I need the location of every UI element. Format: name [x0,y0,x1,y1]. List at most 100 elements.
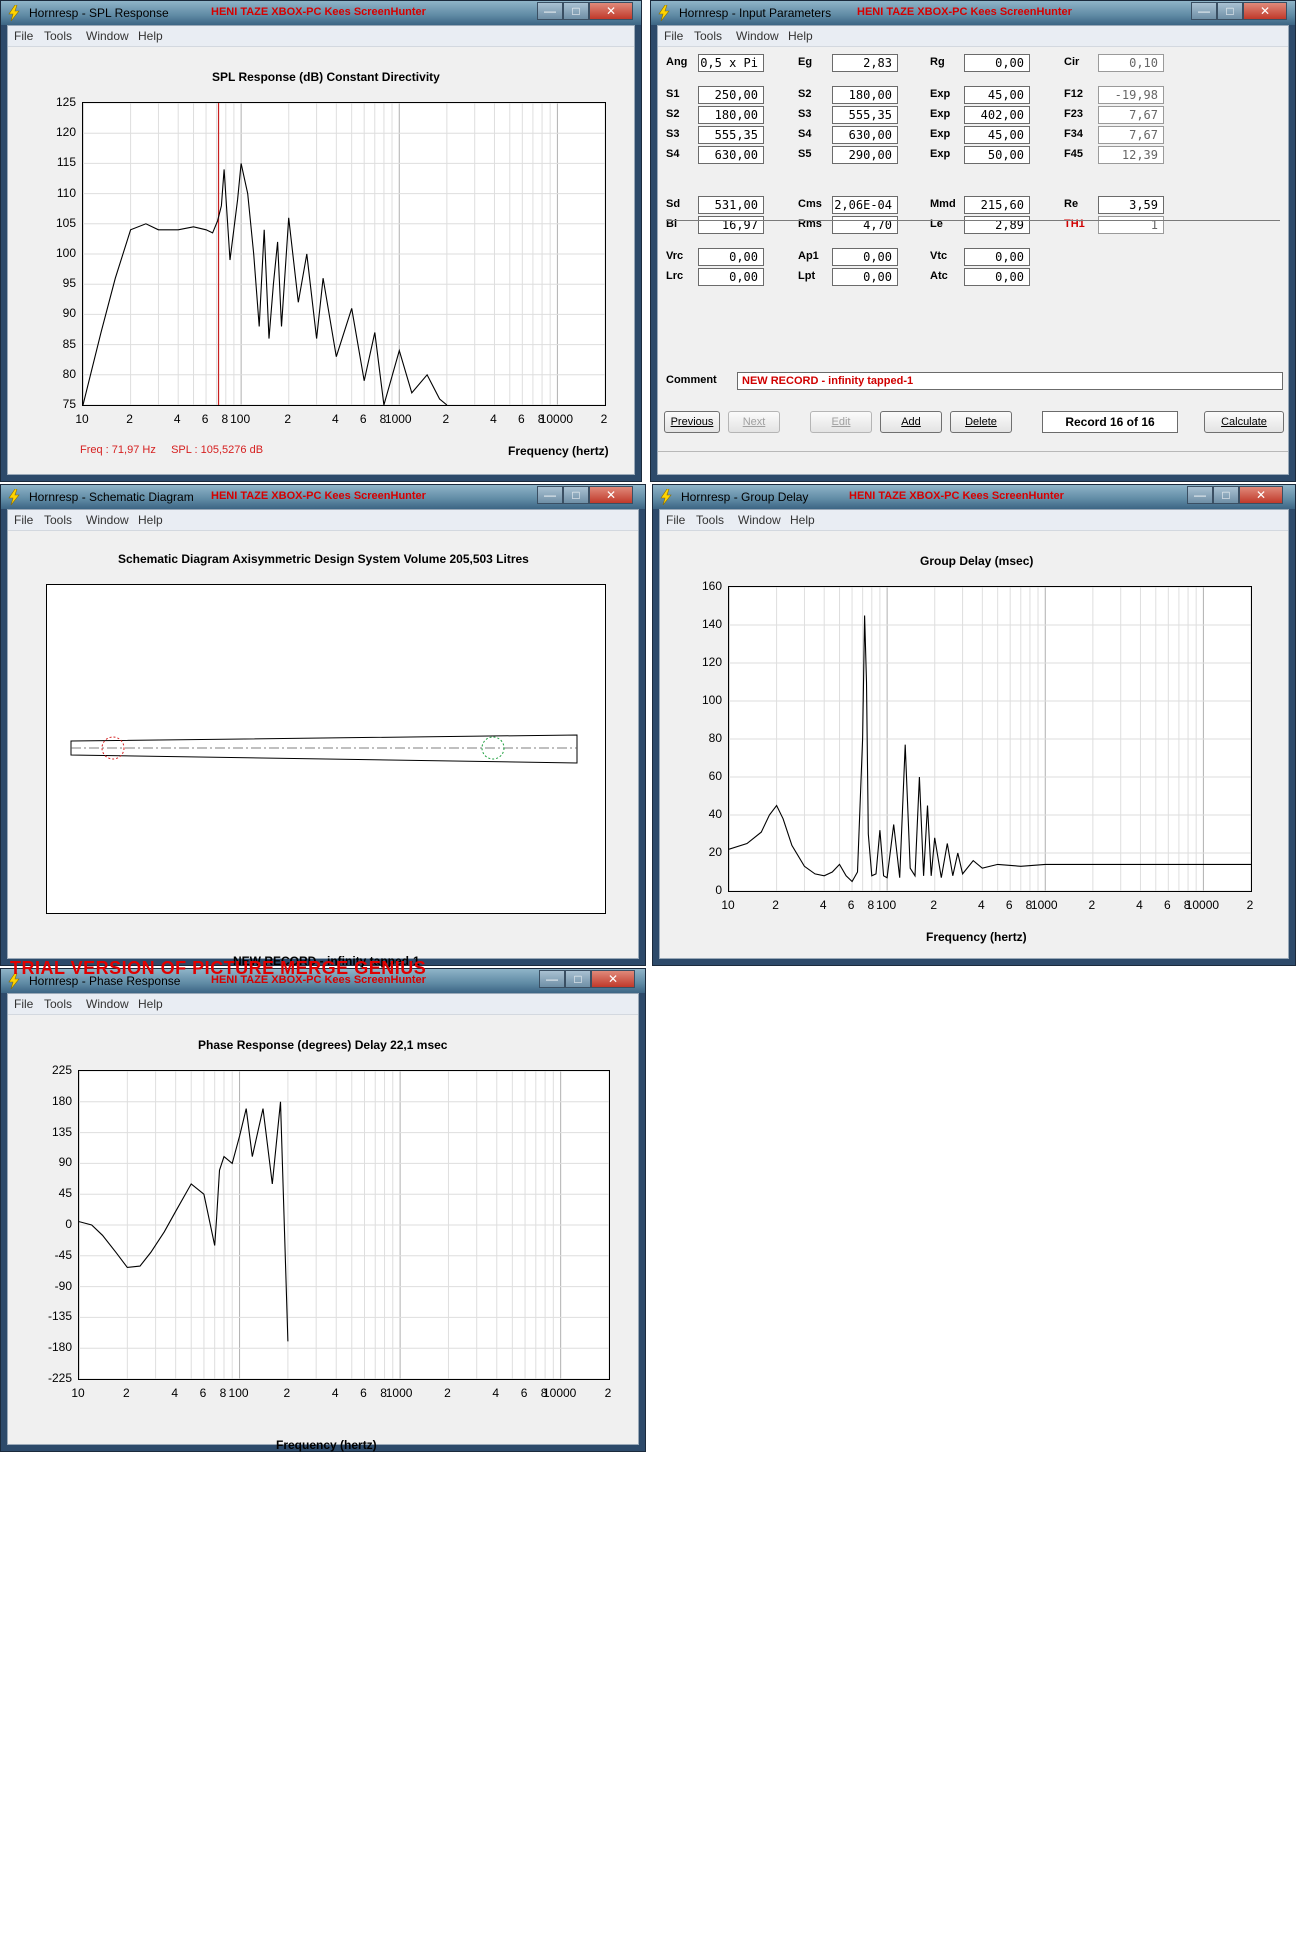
edit-button[interactable]: Edit [810,411,872,433]
menu-file[interactable]: File [14,29,33,43]
param-field-s1[interactable]: 250,00 [698,86,764,104]
menu-tools[interactable]: Tools [44,513,72,527]
menu-tools[interactable]: Tools [44,29,72,43]
y-tick-label: 140 [701,617,722,631]
title-overlay-text: HENI TAZE XBOX-PC Kees ScreenHunter [857,6,1072,18]
previous-button[interactable]: Previous [664,411,720,433]
param-field-s5[interactable]: 290,00 [832,146,898,164]
param-field-s3[interactable]: 555,35 [698,126,764,144]
param-field-re[interactable]: 3,59 [1098,196,1164,214]
menu-help[interactable]: Help [790,513,815,527]
param-field-lrc[interactable]: 0,00 [698,268,764,286]
param-field-lpt[interactable]: 0,00 [832,268,898,286]
param-field-s2[interactable]: 180,00 [698,106,764,124]
x-axis-label: Frequency (hertz) [926,930,1027,944]
menu-tools[interactable]: Tools [694,29,722,43]
x-tick-label: 2 [930,898,938,912]
close-button[interactable]: ✕ [589,486,633,504]
param-field-exp[interactable]: 402,00 [964,106,1030,124]
close-button[interactable]: ✕ [1243,2,1287,20]
minimize-button[interactable]: — [1191,2,1217,20]
menu-window[interactable]: Window [86,513,129,527]
y-tick-label: 120 [55,125,76,140]
schematic-titlebar[interactable]: Hornresp - Schematic Diagram HENI TAZE X… [1,485,645,509]
maximize-button[interactable]: □ [563,2,589,20]
param-field-mmd[interactable]: 215,60 [964,196,1030,214]
param-field-cms[interactable]: 2,06E-04 [832,196,898,214]
menu-window[interactable]: Window [736,29,779,43]
minimize-button[interactable]: — [539,970,565,988]
menu-window[interactable]: Window [86,29,129,43]
param-label-s2: S2 [798,88,812,100]
next-button[interactable]: Next [728,411,780,433]
param-field-cir[interactable]: 0,10 [1098,54,1164,72]
menu-file[interactable]: File [14,513,33,527]
y-tick-label: -180 [47,1340,72,1355]
param-label-exp: Exp [930,148,951,160]
param-field-vrc[interactable]: 0,00 [698,248,764,266]
param-field-sd[interactable]: 531,00 [698,196,764,214]
comment-label: Comment [666,374,717,386]
y-tick-label: 135 [51,1124,72,1139]
menu-file[interactable]: File [664,29,683,43]
menu-file[interactable]: File [14,997,33,1011]
minimize-button[interactable]: — [537,486,563,504]
param-field-s4[interactable]: 630,00 [832,126,898,144]
param-field-exp[interactable]: 50,00 [964,146,1030,164]
close-button[interactable]: ✕ [589,2,633,20]
param-field-bl[interactable]: 16,97 [698,216,764,234]
param-field-ang[interactable]: 0,5 x Pi [698,54,764,72]
param-field-f12[interactable]: -19,98 [1098,86,1164,104]
spl-titlebar[interactable]: Hornresp - SPL Response HENI TAZE XBOX-P… [1,1,641,25]
param-field-ap1[interactable]: 0,00 [832,248,898,266]
maximize-button[interactable]: □ [1217,2,1243,20]
param-label-ap1: Ap1 [798,250,819,262]
param-field-f34[interactable]: 7,67 [1098,126,1164,144]
close-button[interactable]: ✕ [591,970,635,988]
maximize-button[interactable]: □ [563,486,589,504]
comment-field[interactable]: NEW RECORD - infinity tapped-1 [737,372,1283,390]
x-tick-label: 4 [171,1386,178,1400]
phase-chart [78,1070,610,1380]
param-field-vtc[interactable]: 0,00 [964,248,1030,266]
delete-button[interactable]: Delete [950,411,1012,433]
param-field-eg[interactable]: 2,83 [832,54,898,72]
menu-window[interactable]: Window [738,513,781,527]
param-label-f34: F34 [1064,128,1083,140]
param-field-th1[interactable]: 1 [1098,216,1164,234]
param-field-rg[interactable]: 0,00 [964,54,1030,72]
minimize-button[interactable]: — [1187,486,1213,504]
close-button[interactable]: ✕ [1239,486,1283,504]
x-axis-label: Frequency (hertz) [508,444,609,458]
param-field-f23[interactable]: 7,67 [1098,106,1164,124]
y-tick-label: 105 [55,215,76,230]
y-tick-label: 85 [62,336,76,351]
add-button[interactable]: Add [880,411,942,433]
menu-help[interactable]: Help [138,997,163,1011]
x-tick-label: 4 [1136,898,1143,912]
menu-tools[interactable]: Tools [696,513,724,527]
param-field-exp[interactable]: 45,00 [964,126,1030,144]
menu-help[interactable]: Help [138,29,163,43]
param-field-s2[interactable]: 180,00 [832,86,898,104]
menu-window[interactable]: Window [86,997,129,1011]
horn-outline [70,734,578,764]
menu-help[interactable]: Help [138,513,163,527]
param-field-exp[interactable]: 45,00 [964,86,1030,104]
param-field-f45[interactable]: 12,39 [1098,146,1164,164]
param-field-atc[interactable]: 0,00 [964,268,1030,286]
param-field-s3[interactable]: 555,35 [832,106,898,124]
calculate-button[interactable]: Calculate [1204,411,1284,433]
group-delay-titlebar[interactable]: Hornresp - Group Delay HENI TAZE XBOX-PC… [653,485,1295,509]
param-field-s4[interactable]: 630,00 [698,146,764,164]
maximize-button[interactable]: □ [565,970,591,988]
param-label-sd: Sd [666,198,681,210]
menu-help[interactable]: Help [788,29,813,43]
menu-tools[interactable]: Tools [44,997,72,1011]
param-field-rms[interactable]: 4,70 [832,216,898,234]
param-field-le[interactable]: 2,89 [964,216,1030,234]
input-titlebar[interactable]: Hornresp - Input Parameters HENI TAZE XB… [651,1,1295,25]
maximize-button[interactable]: □ [1213,486,1239,504]
menu-file[interactable]: File [666,513,685,527]
minimize-button[interactable]: — [537,2,563,20]
